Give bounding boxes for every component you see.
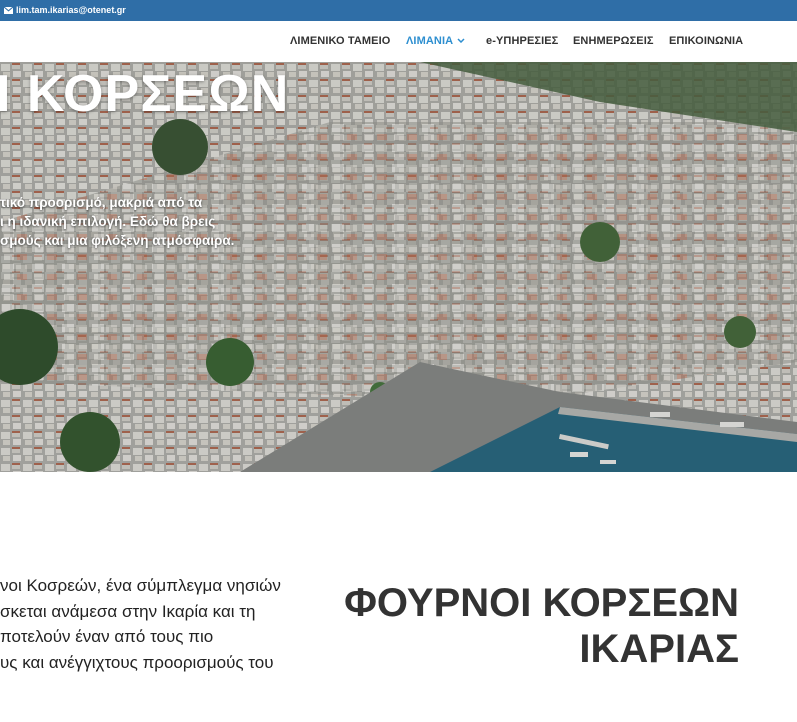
hero-line: ι η ιδανική επιλογή. Εδώ θα βρεις bbox=[0, 214, 216, 229]
envelope-icon bbox=[4, 6, 13, 14]
heading-line-2: ΙΚΑΡΙΑΣ bbox=[579, 627, 739, 671]
section-heading: ΦΟΥΡΝΟΙ ΚΟΡΣΕΩΝ ΙΚΑΡΙΑΣ bbox=[344, 580, 739, 672]
nav-item-e-services[interactable]: e-ΥΠΗΡΕΣΙΕΣ bbox=[486, 35, 558, 47]
hero-line: τικό προορισμό, μακριά από τα bbox=[0, 195, 203, 210]
top-bar: lim.tam.ikarias@otenet.gr bbox=[0, 0, 797, 21]
nav-item-ports-label[interactable]: ΛΙΜΑΝΙΑ bbox=[406, 35, 453, 47]
nav-item-port-fund[interactable]: ΛΙΜΕΝΙΚΟ ΤΑΜΕΙΟ bbox=[290, 35, 390, 47]
intro-line: σκεται ανάμεσα στην Ικαρία και τη bbox=[0, 601, 256, 621]
nav-item-contact[interactable]: ΕΠΙΚΟΙΝΩΝΙΑ bbox=[669, 35, 743, 47]
hero-title: Ι ΚΟΡΣΕΩΝ bbox=[0, 65, 290, 123]
intro-line: υς και ανέγγιχτους προορισμούς του bbox=[0, 652, 274, 672]
nav-item-news[interactable]: ΕΝΗΜΕΡΩΣΕΙΣ bbox=[573, 35, 654, 47]
hero-banner: Ι ΚΟΡΣΕΩΝ τικό προορισμό, μακριά από τα … bbox=[0, 62, 797, 472]
heading-line-1: ΦΟΥΡΝΟΙ ΚΟΡΣΕΩΝ bbox=[344, 581, 739, 625]
intro-line: ποτελούν έναν από τους πιο bbox=[0, 627, 214, 646]
hero-line: σμούς και μια φιλόξενη ατμόσφαιρα. bbox=[0, 233, 235, 248]
hero-description: τικό προορισμό, μακριά από τα ι η ιδανικ… bbox=[0, 193, 270, 250]
main-navigation: ΛΙΜΕΝΙΚΟ ΤΑΜΕΙΟ ΛΙΜΑΝΙΑ e-ΥΠΗΡΕΣΙΕΣ ΕΝΗΜ… bbox=[0, 21, 797, 63]
intro-line: νοι Κοσρεών, ένα σύμπλεγμα νησιών bbox=[0, 576, 281, 595]
email-text[interactable]: lim.tam.ikarias@otenet.gr bbox=[16, 5, 126, 15]
intro-paragraph: νοι Κοσρεών, ένα σύμπλεγμα νησιών σκεται… bbox=[0, 573, 281, 675]
contact-email[interactable]: lim.tam.ikarias@otenet.gr bbox=[4, 5, 126, 15]
chevron-down-icon[interactable] bbox=[457, 38, 465, 43]
nav-item-ports[interactable]: ΛΙΜΑΝΙΑ bbox=[406, 35, 465, 47]
